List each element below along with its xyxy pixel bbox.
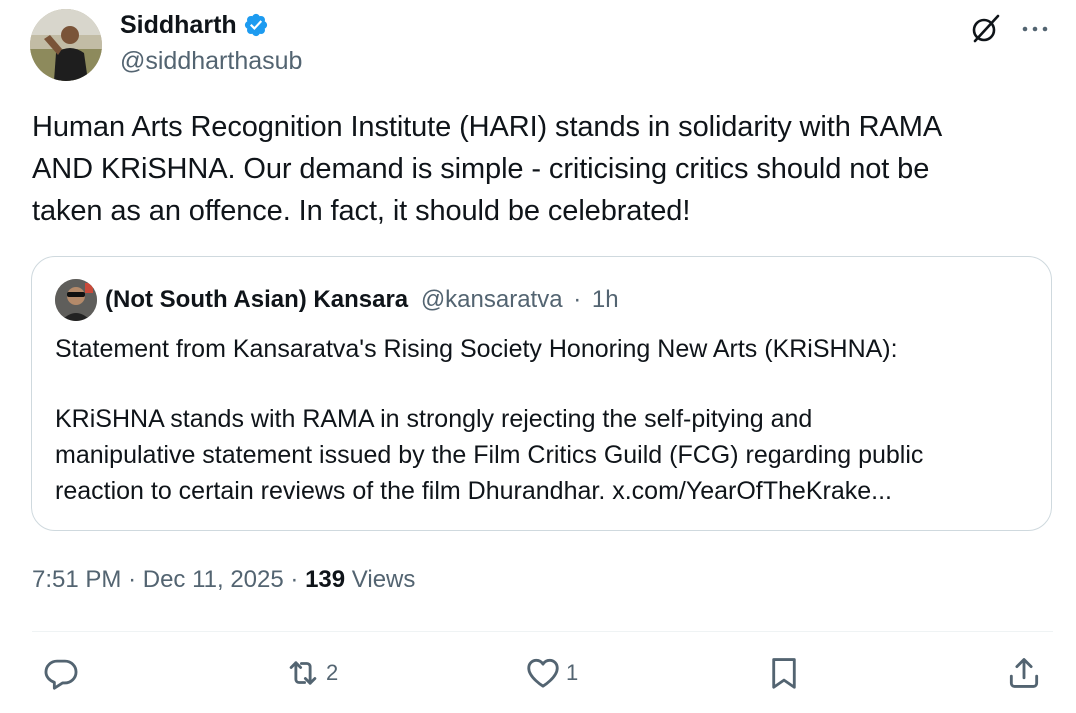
quoted-text-line: reaction to certain reviews of the film …	[55, 477, 892, 505]
grok-icon[interactable]	[968, 12, 1002, 46]
author-avatar[interactable]	[30, 9, 102, 81]
quoted-tweet-header: (Not South Asian) Kansara @kansaratva · …	[105, 285, 619, 315]
separator-dot: ·	[290, 566, 299, 593]
heart-icon	[527, 658, 559, 688]
reply-button[interactable]	[42, 652, 80, 694]
tweet-text-line: Human Arts Recognition Institute (HARI) …	[32, 111, 943, 143]
tweet: Siddharth @siddharthasub Human Arts Reco…	[0, 0, 1076, 713]
tweet-meta: 7:51 PM · Dec 11, 2025 · 139 Views	[32, 564, 415, 596]
quoted-tweet-text: Statement from Kansaratva's Rising Socie…	[55, 331, 1035, 509]
divider	[32, 631, 1053, 632]
repost-count: 2	[326, 660, 339, 685]
tweet-text-line: taken as an offence. In fact, it should …	[32, 195, 691, 227]
bookmark-icon	[772, 658, 796, 689]
repost-button[interactable]: 2	[284, 652, 338, 694]
more-options-icon[interactable]	[1018, 14, 1052, 44]
quoted-author-avatar[interactable]	[55, 279, 97, 321]
views-count: 139	[305, 566, 346, 593]
repost-icon	[289, 661, 317, 685]
verified-badge-icon	[244, 13, 267, 37]
quoted-text-line: KRiSHNA stands with RAMA in strongly rej…	[55, 405, 813, 433]
tweet-text: Human Arts Recognition Institute (HARI) …	[32, 106, 1052, 232]
author-name[interactable]: Siddharth	[120, 10, 269, 40]
author-handle[interactable]: @siddharthasub	[120, 46, 302, 76]
bookmark-button[interactable]	[765, 652, 803, 694]
tweet-text-line: AND KRiSHNA. Our demand is simple - crit…	[32, 153, 930, 185]
author-name-text[interactable]: Siddharth	[120, 10, 237, 40]
quoted-text-line: Statement from Kansaratva's Rising Socie…	[55, 335, 898, 363]
like-button[interactable]: 1	[524, 652, 578, 694]
views-label: Views	[351, 566, 416, 593]
separator-dot: ·	[573, 286, 582, 313]
separator-dot: ·	[128, 566, 137, 593]
quoted-text-line: manipulative statement issued by the Fil…	[55, 441, 924, 469]
tweet-time[interactable]: 7:51 PM	[32, 566, 121, 593]
quoted-author-handle[interactable]: @kansaratva	[421, 286, 563, 313]
reply-icon	[44, 659, 78, 690]
tweet-date[interactable]: Dec 11, 2025	[143, 566, 284, 593]
quoted-author-name[interactable]: (Not South Asian) Kansara	[105, 286, 408, 313]
quoted-tweet-time[interactable]: 1h	[592, 286, 619, 313]
like-count: 1	[566, 660, 579, 685]
share-button[interactable]	[1005, 652, 1043, 694]
quoted-tweet-card[interactable]: (Not South Asian) Kansara @kansaratva · …	[31, 256, 1052, 531]
share-icon	[1009, 658, 1039, 688]
